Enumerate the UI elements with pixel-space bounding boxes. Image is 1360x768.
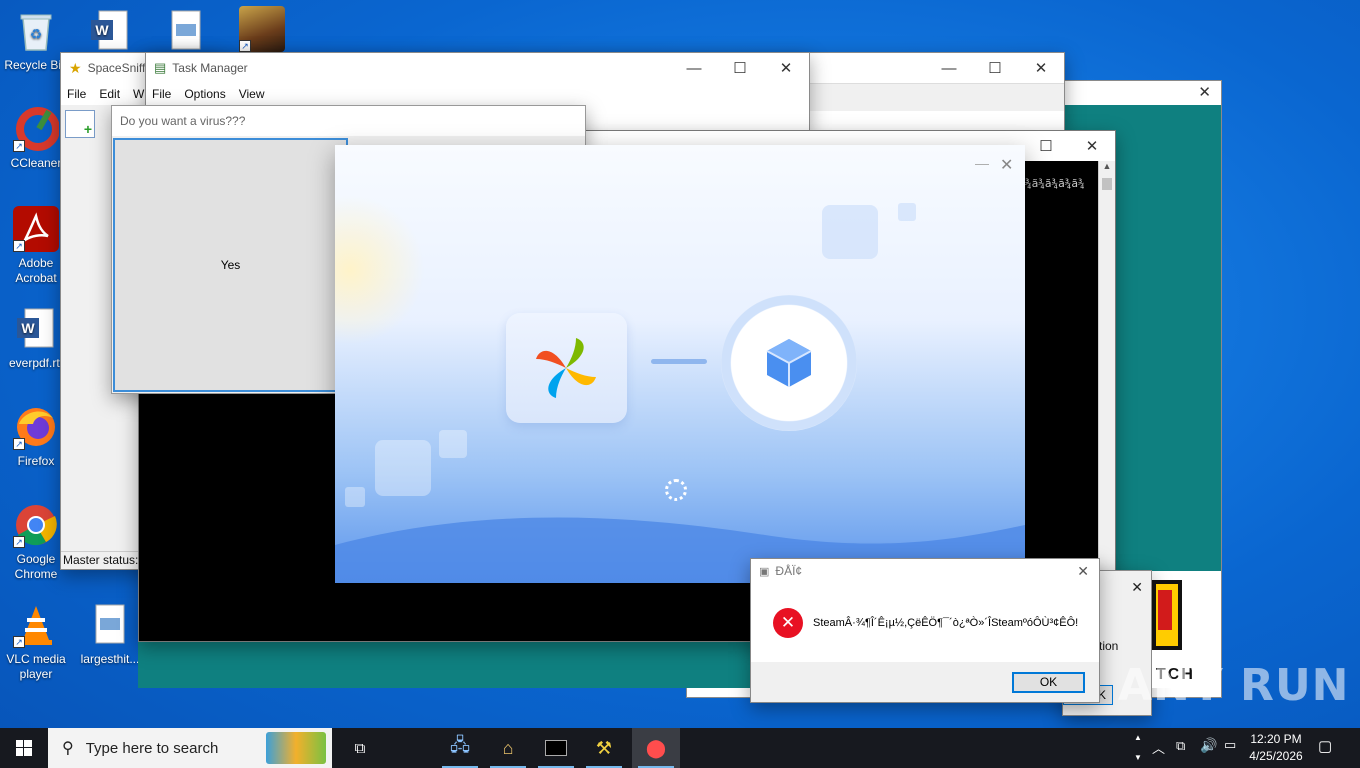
virus-question: Do you want a virus???	[112, 106, 585, 136]
close-icon[interactable]: ✕	[1069, 131, 1115, 161]
connector-line	[651, 359, 707, 364]
word-document-icon: W	[87, 8, 133, 54]
desktop-icon-label: largesthit...	[80, 652, 140, 666]
dialog-title: ÐÅÏ¢	[775, 564, 803, 578]
package-cube-icon	[766, 339, 812, 387]
menu-file[interactable]: File	[152, 87, 171, 101]
network-app-icon: 🖧	[449, 735, 471, 755]
desktop-icon-largesthit[interactable]: largesthit...	[74, 602, 146, 667]
clock[interactable]: 12:20 PM 4/25/2026	[1246, 731, 1306, 765]
tools-app-icon: ⚒	[595, 737, 613, 758]
tray-network-icon[interactable]: ⧉	[1176, 738, 1185, 754]
minimize-icon[interactable]: —	[926, 53, 972, 83]
acrobat-icon: ↗	[13, 206, 59, 252]
svg-text:♻: ♻	[30, 26, 43, 42]
menu-file[interactable]: File	[67, 87, 86, 101]
search-icon: ⚲	[62, 740, 74, 757]
tray-display-icon[interactable]: ▭	[1224, 737, 1236, 753]
menu-window[interactable]: W	[133, 87, 144, 101]
desktop-icon-game[interactable]: ↗	[226, 6, 298, 56]
game-shortcut-icon: ↗	[239, 6, 285, 52]
maximize-icon[interactable]: ☐	[972, 53, 1018, 83]
clock-time: 12:20 PM	[1250, 732, 1302, 746]
active-app-icon: ⬤	[645, 737, 667, 758]
deco-square	[822, 205, 878, 259]
taskbar-scroll[interactable]: ▲ ▼	[1130, 728, 1146, 768]
package-circle	[721, 295, 857, 431]
add-icon: +	[83, 121, 92, 137]
maximize-icon[interactable]: ☐	[1023, 131, 1069, 161]
close-icon[interactable]: ✕	[763, 53, 809, 83]
console-scrollbar[interactable]: ▲	[1098, 161, 1115, 641]
taskbar-app-network[interactable]: 🖧	[436, 728, 484, 768]
taskbar-app-console[interactable]	[532, 728, 580, 768]
deco-square	[345, 487, 365, 507]
desktop-icon-label: VLC media player	[6, 652, 66, 681]
close-icon[interactable]: ✕	[1131, 579, 1143, 596]
clock-date: 4/25/2026	[1249, 749, 1303, 763]
partial-text: tion	[1099, 639, 1119, 653]
installer-window: — ✕	[335, 145, 1025, 583]
taskbar-search-box[interactable]: ⚲ Type here to search	[48, 728, 332, 768]
spacesniffer-icon: ★	[69, 59, 82, 76]
taskmanager-icon: ▤	[154, 60, 167, 75]
taskbar: ⚲ Type here to search ⧉ 🖧 ⌂ ⚒ ⬤ ▲ ▼ ︿ ⧉ 🔊…	[0, 728, 1360, 768]
search-highlight-icon	[266, 732, 326, 764]
taskbar-app-active[interactable]: ⬤	[632, 728, 680, 768]
image-file-icon	[87, 602, 133, 648]
error-dialog: ▣ ÐÅÏ¢ ✕ ✕ SteamÂ·¾¶Î´Ê¡µ½,ÇëÊÖ¶¯´ò¿ªÒ»´…	[750, 558, 1100, 703]
console-output: ¾ã¾ã¾ã¾ã¾	[1025, 177, 1085, 190]
error-icon: ✕	[773, 608, 803, 638]
maximize-icon[interactable]: ☐	[717, 53, 763, 83]
svg-text:W: W	[95, 22, 109, 38]
error-message: SteamÂ·¾¶Î´Ê¡µ½,ÇëÊÖ¶¯´ò¿ªÒ»´ÎSteamºóÔÙ³…	[813, 617, 1079, 629]
desktop-icon-vlc[interactable]: ↗ VLC media player	[0, 602, 72, 682]
store-bag-icon	[506, 313, 627, 423]
yes-button[interactable]: Yes	[113, 138, 348, 392]
desktop-icon-word[interactable]: W	[74, 8, 146, 58]
sun-glow	[335, 195, 425, 345]
deco-square	[375, 440, 431, 496]
menu-edit[interactable]: Edit	[99, 87, 120, 101]
ok-button[interactable]: OK	[1012, 672, 1085, 693]
vlc-icon: ↗	[13, 602, 59, 648]
deco-square	[898, 203, 916, 221]
desktop-icon-image-file[interactable]	[150, 8, 222, 58]
tray-chevron-icon[interactable]: ︿	[1152, 738, 1165, 757]
minimize-icon[interactable]: —	[975, 155, 989, 171]
menu-view[interactable]: View	[239, 87, 265, 101]
new-scan-button[interactable]: +	[65, 110, 95, 138]
task-view-icon: ⧉	[354, 739, 366, 757]
windows-logo-icon	[536, 338, 596, 398]
close-icon[interactable]: ✕	[1077, 563, 1089, 580]
close-icon[interactable]: ✕	[1018, 53, 1064, 83]
start-button[interactable]	[0, 728, 48, 768]
word-document-icon: W	[13, 306, 59, 352]
taskbar-app-tools[interactable]: ⚒	[580, 728, 628, 768]
search-placeholder: Type here to search	[85, 739, 219, 757]
notifications-icon[interactable]: ▢	[1318, 737, 1332, 755]
minimize-icon[interactable]: —	[671, 53, 717, 83]
deco-square	[439, 430, 467, 458]
menu-options[interactable]: Options	[184, 87, 225, 101]
image-file-icon	[163, 8, 209, 54]
task-view-button[interactable]: ⧉	[336, 728, 384, 768]
volume-icon[interactable]: 🔊	[1200, 737, 1217, 754]
close-icon[interactable]: ✕	[1198, 83, 1211, 101]
recycle-bin-icon: ♻	[13, 8, 59, 54]
dialog-app-icon: ▣	[759, 565, 770, 578]
loading-spinner-icon	[665, 479, 687, 501]
window-title: Task Manager	[172, 61, 248, 75]
installer-app-icon: ⌂	[502, 737, 514, 758]
close-icon[interactable]: ✕	[1000, 155, 1013, 175]
ccleaner-icon: ↗	[13, 106, 60, 152]
taskbar-app-installer[interactable]: ⌂	[484, 728, 532, 768]
console-app-icon	[545, 740, 567, 756]
svg-text:W: W	[21, 320, 35, 336]
chrome-icon: ↗	[13, 502, 59, 548]
anyrun-watermark: ANY RUN	[1118, 660, 1350, 711]
windows-start-icon	[16, 740, 32, 756]
firefox-icon: ↗	[13, 404, 59, 450]
